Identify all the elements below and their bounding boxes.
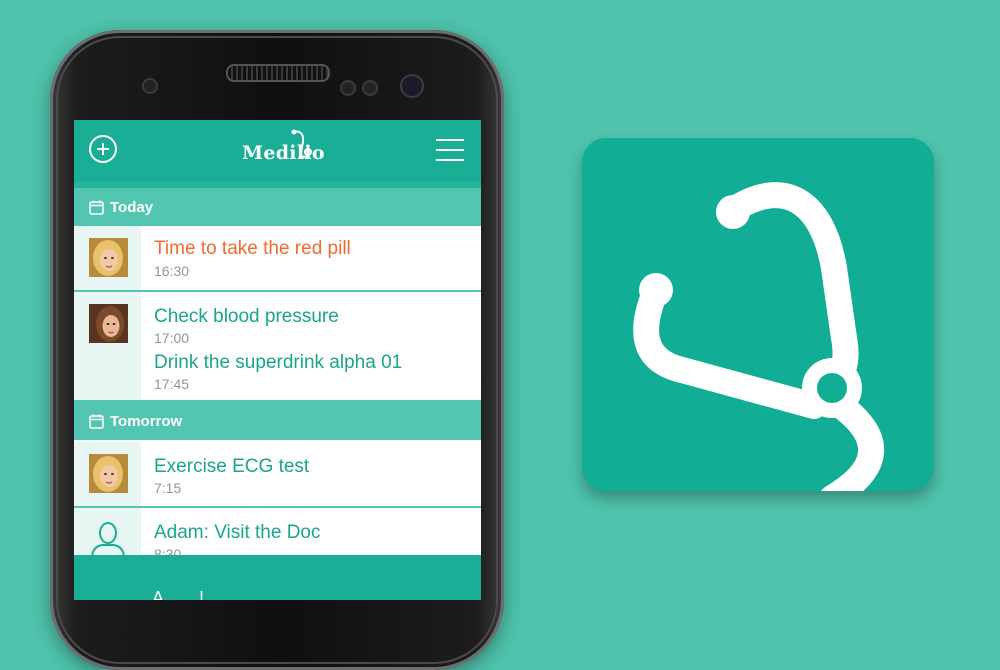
reminder-time: 17:00 — [154, 330, 190, 346]
user-avatar — [89, 454, 128, 493]
reminder-time: 7:15 — [154, 480, 182, 496]
bottom-banner[interactable]: A... ...! — [74, 555, 481, 600]
add-icon[interactable] — [89, 135, 117, 163]
list-item[interactable]: Exercise ECG test 7:15 — [74, 442, 481, 508]
reminder-title: Check blood pressure — [154, 306, 339, 327]
reminder-time: 16:30 — [154, 263, 190, 279]
reminder-title: Exercise ECG test — [154, 456, 310, 477]
section-today: Today — [74, 188, 481, 226]
menu-icon[interactable] — [436, 139, 464, 161]
reminder-time: 17:45 — [154, 376, 190, 392]
calendar-icon — [89, 200, 104, 215]
user-avatar — [89, 304, 128, 343]
list-item[interactable]: Time to take the red pill 16:30 — [74, 226, 481, 292]
section-label: Tomorrow — [110, 413, 183, 430]
user-avatar — [89, 238, 128, 277]
reminder-title: Adam: Visit the Doc — [154, 522, 321, 543]
stethoscope-icon — [633, 182, 884, 491]
bottom-banner-text: A... ...! — [152, 588, 205, 600]
stethoscope-icon — [291, 129, 312, 158]
phone-speaker — [226, 64, 330, 82]
app-screen: Medilio Today Time to take the red pill … — [74, 120, 481, 600]
calendar-icon — [89, 414, 104, 429]
phone-sensor-dot — [340, 80, 356, 96]
list-item[interactable]: Check blood pressure 17:00 Drink the sup… — [74, 292, 481, 402]
phone-sensor-dot — [362, 80, 378, 96]
section-tomorrow: Tomorrow — [74, 402, 481, 440]
reminder-title: Drink the superdrink alpha 01 — [154, 352, 403, 373]
reminder-title: Time to take the red pill — [154, 238, 351, 259]
person-icon — [91, 522, 125, 559]
phone-camera — [400, 74, 424, 98]
section-label: Today — [110, 199, 154, 216]
app-header: Medilio — [74, 120, 481, 182]
phone-sensor-dot — [142, 78, 158, 94]
app-icon — [582, 138, 934, 491]
